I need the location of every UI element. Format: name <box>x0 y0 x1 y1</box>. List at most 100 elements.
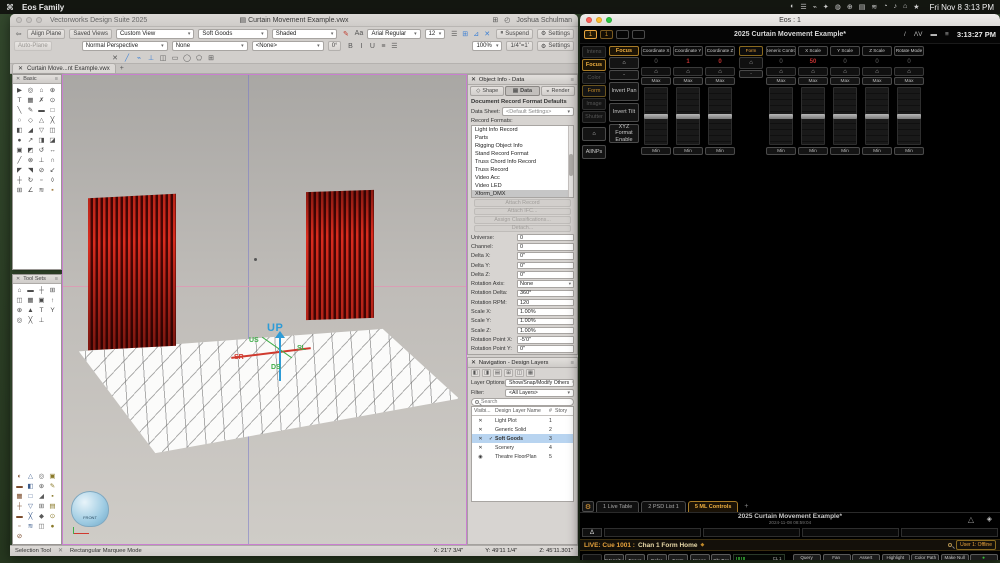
tool-set-icon[interactable]: ▲ <box>25 305 36 315</box>
basic-tool-icon[interactable]: ▽ <box>36 125 47 135</box>
basic-tool-icon[interactable]: ◩ <box>25 145 36 155</box>
class-filter-select[interactable]: None <box>172 41 248 51</box>
palette-menu-icon[interactable]: ≡ <box>55 276 58 282</box>
basic-tool-icon[interactable]: ◎ <box>25 85 36 95</box>
previous-view-icon[interactable]: ⇦ <box>14 29 23 39</box>
apple-menu-icon[interactable]: ⌘ <box>6 3 14 12</box>
3d-viewport[interactable]: UP US SL SR DS FRONT <box>62 74 467 545</box>
basic-tool-icon[interactable]: ↙ <box>47 165 58 175</box>
encoder-column[interactable]: Rotate Mode 0 ⌂ Max Min <box>894 46 924 155</box>
tool-set-icon[interactable]: ▤ <box>47 501 58 511</box>
basic-tool-icon[interactable]: ● <box>14 135 25 145</box>
close-window-button[interactable] <box>16 17 22 23</box>
visibility-toggle[interactable]: ◉ <box>474 454 487 460</box>
basic-tool-icon[interactable]: ∩ <box>47 155 58 165</box>
layer-scale-button[interactable]: 1/4"=1' <box>506 41 532 51</box>
category-button[interactable]: Shutter <box>582 111 606 123</box>
record-format-item[interactable]: Light Info Record <box>472 126 573 134</box>
basic-tool-icon[interactable]: ✗ <box>36 95 47 105</box>
record-format-item[interactable]: Stand Record Format <box>472 150 573 158</box>
field-value-input[interactable]: 0 <box>517 234 574 242</box>
min-button[interactable]: Min <box>862 147 892 155</box>
menubar-status-icon[interactable]: ◐ <box>790 3 794 11</box>
basic-tool-icon[interactable]: ⊙ <box>47 95 58 105</box>
home-icon[interactable]: ⌂ <box>705 67 735 76</box>
displays-icon[interactable]: ▬ <box>931 31 938 38</box>
encoder-slider-handle[interactable] <box>833 114 857 119</box>
tool-set-icon[interactable]: ✎ <box>47 481 58 491</box>
menubar-status-icon[interactable]: ⌂ <box>903 3 907 11</box>
render-mode-select[interactable]: Shaded <box>272 29 338 39</box>
text-style-icon[interactable]: ☰ <box>389 41 399 51</box>
share-icon[interactable]: ⊞ <box>492 16 498 24</box>
zoom-window-button[interactable] <box>36 17 42 23</box>
snap-mode-icon[interactable]: ▭ <box>170 53 180 63</box>
encoder-parameter-name[interactable]: Z Scale <box>862 46 892 56</box>
basic-tool-icon[interactable]: ⊥ <box>36 155 47 165</box>
record-format-item[interactable]: Xform_DMX <box>472 190 573 198</box>
min-button[interactable]: Min <box>705 147 735 155</box>
parameter-softkey[interactable]: Focus <box>625 554 645 560</box>
tool-set-icon[interactable]: ⊕ <box>14 305 25 315</box>
visibility-toggle[interactable]: ✕ <box>474 445 487 451</box>
tool-set-icon[interactable]: ◎ <box>36 471 47 481</box>
basic-tool-icon[interactable]: ⊗ <box>25 155 36 165</box>
basic-tool-icon[interactable]: ◨ <box>36 135 47 145</box>
basic-tool-icon[interactable]: T <box>14 95 25 105</box>
encoder-slider-handle[interactable] <box>769 114 793 119</box>
vectorworks-titlebar[interactable]: Vectorworks Design Suite 2025 ▤ Curtain … <box>10 14 578 27</box>
field-value-input[interactable]: 120 <box>517 299 574 307</box>
eos-titlebar[interactable]: Eos : 1 <box>580 14 1000 26</box>
add-tab-button[interactable]: + <box>740 501 752 512</box>
basic-tool-icon[interactable]: ▪ <box>47 185 58 195</box>
basic-tool-icon[interactable]: ▬ <box>36 105 47 115</box>
new-tab-button[interactable]: + <box>116 63 128 73</box>
home-icon[interactable]: ⌂ <box>894 67 924 76</box>
view-navigation-cube[interactable]: FRONT <box>71 491 109 527</box>
layer-name[interactable]: Light Plot <box>495 418 546 424</box>
tool-set-icon[interactable]: ◐ <box>14 471 25 481</box>
basic-tool-icon[interactable]: ↻ <box>25 175 36 185</box>
tool-set-icon[interactable]: ▬ <box>25 285 36 295</box>
layer-search[interactable] <box>471 398 574 406</box>
layer-name[interactable]: Scenery <box>495 445 546 451</box>
visibility-toggle[interactable]: ✕ <box>474 436 487 442</box>
minus-button[interactable]: - <box>609 70 639 80</box>
max-button[interactable]: Max <box>862 77 892 85</box>
encoder-parameter-name[interactable]: Y Scale <box>830 46 860 56</box>
basic-tool-icon[interactable]: ○ <box>14 115 25 125</box>
field-value-input[interactable]: 0 <box>517 243 574 251</box>
lock-icon[interactable]: ◈ <box>987 515 992 523</box>
layer-options-select[interactable]: Show/Snap/Modify Others <box>505 379 574 387</box>
basic-tool-icon[interactable]: ▫ <box>36 175 47 185</box>
tool-set-icon[interactable]: ▫ <box>14 521 25 531</box>
tool-set-icon[interactable]: ● <box>47 521 58 531</box>
encoder-column[interactable]: Coordinate Z 0 ⌂ Max Min <box>705 46 735 155</box>
encoder-parameter-name[interactable]: Coordinate X <box>641 46 671 56</box>
eos-display-tab[interactable]: 1 Live Table <box>596 501 639 512</box>
home-icon[interactable]: ⌂ <box>641 67 671 76</box>
record-format-item[interactable]: Video LED <box>472 182 573 190</box>
category-button[interactable]: Focus <box>582 59 606 71</box>
tool-set-icon[interactable]: T <box>36 305 47 315</box>
basic-tool-icon[interactable]: ≋ <box>36 185 47 195</box>
tool-set-icon[interactable]: ▦ <box>25 295 36 305</box>
encoder-slider[interactable] <box>801 87 825 145</box>
design-layer-row[interactable]: ✕ ✓ Soft Goods 3 <box>472 434 573 443</box>
basic-tool-icon[interactable]: □ <box>47 105 58 115</box>
tool-set-icon[interactable]: ┼ <box>36 285 47 295</box>
angle-field[interactable]: 0° <box>328 41 342 51</box>
basic-tool-icon[interactable]: ◪ <box>47 135 58 145</box>
navigation-view-icon[interactable]: ▤ <box>493 369 502 377</box>
search-input[interactable] <box>481 399 551 405</box>
basic-tool-icon[interactable]: ↗ <box>25 135 36 145</box>
min-button[interactable]: Min <box>830 147 860 155</box>
tool-set-icon[interactable]: ≋ <box>25 521 36 531</box>
home-icon[interactable]: ⌂ <box>766 67 796 76</box>
min-button[interactable]: Min <box>673 147 703 155</box>
tool-set-icon[interactable]: ▽ <box>25 501 36 511</box>
close-icon[interactable]: ✕ <box>16 276 20 282</box>
softkey-button[interactable]: Color PathOffset <box>911 554 939 560</box>
visibility-toggle[interactable]: ✕ <box>474 427 487 433</box>
font-name-select[interactable]: Arial Regular <box>367 29 420 39</box>
